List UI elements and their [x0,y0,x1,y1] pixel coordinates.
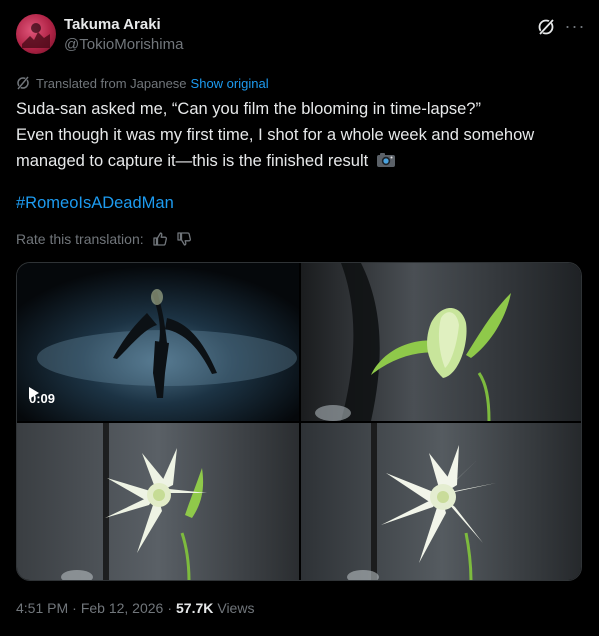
play-icon[interactable] [29,387,39,399]
views-count[interactable]: 57.7K [176,600,213,616]
tweet-date[interactable]: Feb 12, 2026 [81,600,164,616]
tweet-meta: 4:51 PM · Feb 12, 2026 · 57.7K Views [16,598,254,618]
author-name[interactable]: Takuma Araki [64,16,161,33]
thumbs-down-icon[interactable] [176,231,192,247]
media-photo[interactable] [17,423,299,580]
tweet-time[interactable]: 4:51 PM [16,600,68,616]
tweet-text: Suda-san asked me, “Can you film the blo… [16,96,586,174]
rate-translation-label: Rate this translation: [16,231,144,247]
tweet-line-last: managed to capture it—this is the finish… [16,148,586,174]
media-photo[interactable] [301,423,581,580]
camera-emoji [376,153,395,167]
translate-icon [17,76,29,90]
separator-dot: · [167,600,172,616]
hashtag-link[interactable]: #RomeoIsADeadMan [16,190,174,216]
author-handle[interactable]: @TokioMorishima [64,36,183,53]
tweet-line-text: managed to capture it—this is the finish… [16,152,369,170]
translation-notice: Translated from Japanese Show original [16,74,269,92]
separator-dot: · [72,600,77,616]
tweet-line: Even though it was my first time, I shot… [16,126,535,144]
video-thumbnail[interactable]: 0:09 [17,263,299,421]
grok-icon[interactable] [536,17,556,37]
avatar[interactable] [16,14,56,54]
thumbs-up-icon[interactable] [152,231,168,247]
more-icon[interactable]: ··· [564,16,586,36]
tweet-header: Takuma Araki @TokioMorishima ··· [16,14,586,58]
show-original-link[interactable]: Show original [191,76,269,91]
media-grid: 0:09 [16,262,582,581]
video-duration-badge: 0:09 [29,387,55,409]
media-photo[interactable] [301,263,581,421]
tweet-line: Suda-san asked me, “Can you film the blo… [16,100,481,118]
views-label: Views [217,600,255,616]
translation-notice-text: Translated from Japanese [36,75,187,91]
rate-translation: Rate this translation: [16,230,192,248]
